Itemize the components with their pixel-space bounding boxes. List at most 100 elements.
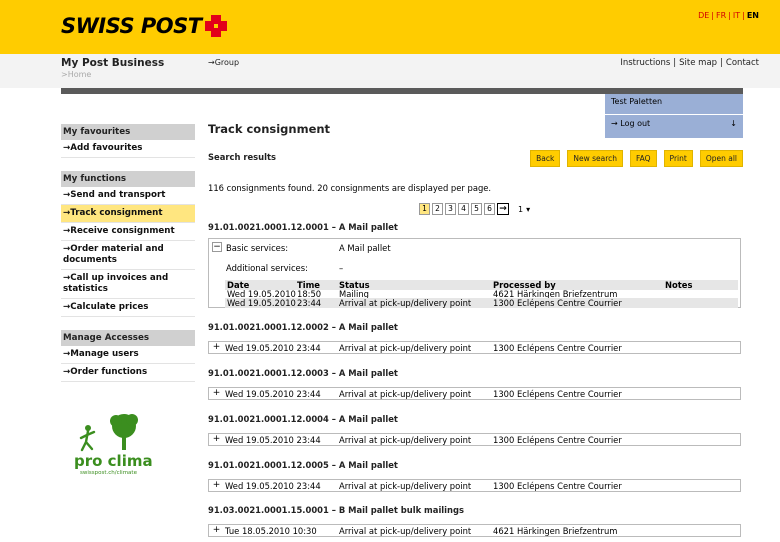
faq-button[interactable]: FAQ (630, 150, 657, 167)
open-all-button[interactable]: Open all (699, 150, 743, 167)
brand-name: SWISS POST (61, 14, 202, 38)
action-buttons: Back New search FAQ Print Open all (530, 150, 743, 167)
divider-bar (61, 88, 605, 94)
swiss-cross-icon (204, 15, 227, 37)
consignment-title[interactable]: 91.01.0021.0001.12.0004 – A Mail pallet (208, 414, 398, 424)
lang-fr[interactable]: FR (716, 11, 726, 20)
collapse-arrow-icon[interactable]: ↓ (730, 119, 737, 128)
page-6[interactable]: 6 (484, 203, 495, 215)
sidebar-item-invoices-statistics[interactable]: →Call up invoices and statistics (61, 270, 195, 299)
consignment-title[interactable]: 91.01.0021.0001.12.0005 – A Mail pallet (208, 460, 398, 470)
header-bar: SWISS POST DE | FR | IT | EN (0, 0, 780, 54)
accesses-heading: Manage Accesses (61, 330, 195, 346)
new-search-button[interactable]: New search (567, 150, 624, 167)
consignment-summary: + Tue 18.05.2010 10:30 Arrival at pick-u… (208, 524, 741, 537)
print-button[interactable]: Print (663, 150, 693, 167)
summary-date: Wed 19.05.2010 23:44 (225, 389, 321, 399)
page-select-value: 1 (518, 204, 524, 214)
logout-row[interactable]: → Log out ↓ (605, 115, 743, 132)
additional-services-value: – (339, 263, 344, 273)
summary-processed-by: 1300 Eclépens Centre Courrier (493, 435, 622, 445)
expand-icon[interactable]: + (212, 435, 221, 444)
page-4[interactable]: 4 (458, 203, 469, 215)
language-switcher: DE | FR | IT | EN (698, 11, 759, 20)
expand-icon[interactable]: + (212, 481, 221, 490)
additional-services-label: Additional services: (226, 263, 308, 273)
portal-title: My Post Business (61, 57, 165, 69)
sidebar-item-send-and-transport[interactable]: →Send and transport (61, 187, 195, 205)
basic-services-label: Basic services: (226, 243, 289, 253)
expand-icon[interactable]: + (212, 389, 221, 398)
sidebar-item-calculate-prices[interactable]: →Calculate prices (61, 299, 195, 317)
consignment-title[interactable]: 91.03.0021.0001.15.0001 – B Mail pallet … (208, 505, 464, 515)
summary-date: Tue 18.05.2010 10:30 (225, 526, 317, 536)
page-3[interactable]: 3 (445, 203, 456, 215)
pagination: 1 2 3 4 5 6 → 1 ▾ (419, 203, 542, 215)
summary-status: Arrival at pick-up/delivery point (339, 389, 472, 399)
event-time: 23:44 (297, 298, 322, 308)
sidebar-item-order-material[interactable]: →Order material and documents (61, 241, 195, 270)
top-links: Instructions | Site map | Contact (620, 58, 759, 68)
page-5[interactable]: 5 (471, 203, 482, 215)
collapse-icon[interactable]: − (212, 242, 222, 252)
consignment-title[interactable]: 91.01.0021.0001.12.0002 – A Mail pallet (208, 322, 398, 332)
next-page-icon[interactable]: → (497, 203, 509, 215)
sidebar: My favourites →Add favourites My functio… (61, 124, 195, 382)
summary-status: Arrival at pick-up/delivery point (339, 526, 472, 536)
consignment-summary: + Wed 19.05.2010 23:44 Arrival at pick-u… (208, 433, 741, 446)
logout-link[interactable]: → Log out (611, 119, 650, 128)
sidebar-item-track-consignment[interactable]: →Track consignment (61, 205, 195, 223)
summary-date: Wed 19.05.2010 23:44 (225, 435, 321, 445)
consignment-summary: + Wed 19.05.2010 23:44 Arrival at pick-u… (208, 479, 741, 492)
consignment-summary: + Wed 19.05.2010 23:44 Arrival at pick-u… (208, 387, 741, 400)
summary-processed-by: 1300 Eclépens Centre Courrier (493, 343, 622, 353)
summary-date: Wed 19.05.2010 23:44 (225, 343, 321, 353)
sidebar-item-manage-users[interactable]: →Manage users (61, 346, 195, 364)
lang-it[interactable]: IT (733, 11, 740, 20)
event-processed-by: 1300 Eclépens Centre Courrier (493, 298, 622, 308)
functions-heading: My functions (61, 171, 195, 187)
summary-processed-by: 1300 Eclépens Centre Courrier (493, 389, 622, 399)
pro-clima-url: swisspost.ch/climate (80, 470, 137, 476)
lang-en[interactable]: EN (747, 11, 759, 20)
results-count: 116 consignments found. 20 consignments … (208, 183, 492, 193)
group-link[interactable]: →Group (208, 58, 239, 67)
breadcrumb-home[interactable]: >Home (61, 70, 91, 79)
page-2[interactable]: 2 (432, 203, 443, 215)
summary-status: Arrival at pick-up/delivery point (339, 481, 472, 491)
basic-services-value: A Mail pallet (339, 243, 391, 253)
sidebar-item-receive-consignment[interactable]: →Receive consignment (61, 223, 195, 241)
event-date: Wed 19.05.2010 (227, 298, 296, 308)
favourites-heading: My favourites (61, 124, 195, 140)
consignment-details: − Basic services: A Mail pallet Addition… (208, 238, 741, 308)
sidebar-item-order-functions[interactable]: →Order functions (61, 364, 195, 382)
contact-link[interactable]: Contact (726, 58, 759, 68)
event-status: Arrival at pick-up/delivery point (339, 298, 472, 308)
swiss-post-logo[interactable]: SWISS POST (61, 12, 227, 40)
page-1[interactable]: 1 (419, 203, 430, 215)
summary-status: Arrival at pick-up/delivery point (339, 343, 472, 353)
summary-status: Arrival at pick-up/delivery point (339, 435, 472, 445)
summary-processed-by: 1300 Eclépens Centre Courrier (493, 481, 622, 491)
expand-icon[interactable]: + (212, 343, 221, 352)
user-panel: Test Paletten → Log out ↓ (605, 88, 743, 138)
consignment-summary: + Wed 19.05.2010 23:44 Arrival at pick-u… (208, 341, 741, 354)
dropdown-arrow-icon: ▾ (526, 204, 531, 214)
site-map-link[interactable]: Site map (679, 58, 717, 68)
table-row: Wed 19.05.2010 23:44 Arrival at pick-up/… (225, 298, 738, 308)
expand-icon[interactable]: + (212, 526, 221, 535)
instructions-link[interactable]: Instructions (620, 58, 670, 68)
summary-processed-by: 4621 Härkingen Briefzentrum (493, 526, 618, 536)
consignment-title[interactable]: 91.01.0021.0001.12.0003 – A Mail pallet (208, 368, 398, 378)
consignment-title[interactable]: 91.01.0021.0001.12.0001 – A Mail pallet (208, 222, 398, 232)
sidebar-item-add-favourites[interactable]: →Add favourites (61, 140, 195, 158)
lang-de[interactable]: DE (698, 11, 709, 20)
page-select[interactable]: 1 ▾ (518, 203, 542, 215)
pro-clima-logo[interactable]: pro clima swisspost.ch/climate (72, 412, 172, 482)
summary-date: Wed 19.05.2010 23:44 (225, 481, 321, 491)
search-results-label: Search results (208, 152, 276, 162)
pro-clima-text: pro clima (74, 452, 153, 470)
back-button[interactable]: Back (530, 150, 561, 167)
user-name: Test Paletten (611, 97, 663, 106)
tree-and-person-icon (79, 414, 138, 452)
